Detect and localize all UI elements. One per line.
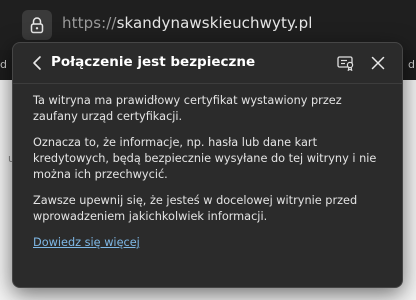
popup-body: Ta witryna ma prawidłowy certyfikat wyst…	[33, 93, 383, 251]
learn-more-link[interactable]: Dowiedz się więcej	[33, 236, 140, 249]
url-prefix: https://	[62, 14, 117, 32]
popup-header: Połączenie jest bezpieczne	[13, 43, 402, 84]
address-bar[interactable]: https://skandynawskieuchwyty.pl	[62, 14, 313, 32]
data-protection-paragraph: Oznacza to, że informacje, np. hasła lub…	[33, 136, 377, 181]
popup-title: Połączenie jest bezpieczne	[51, 54, 256, 70]
connection-security-popup: Połączenie jest bezpieczne Ta witryna ma…	[12, 42, 403, 288]
certificate-icon	[337, 56, 354, 71]
close-button[interactable]	[366, 52, 390, 74]
url-domain: skandynawskieuchwyty.pl	[116, 14, 313, 32]
certificate-paragraph: Ta witryna ma prawidłowy certyfikat wyst…	[33, 94, 342, 123]
back-button[interactable]	[27, 52, 47, 74]
favorites-bar-fragment-right: d	[408, 58, 415, 71]
verify-site-paragraph: Zawsze upewnij się, że jesteś w docelowe…	[33, 194, 358, 223]
lock-icon	[30, 17, 44, 34]
close-icon	[371, 56, 385, 70]
chevron-left-icon	[33, 56, 41, 70]
favorites-bar-fragment-left: d	[0, 58, 7, 71]
certificate-button[interactable]	[334, 52, 358, 74]
site-info-button[interactable]	[22, 10, 52, 40]
